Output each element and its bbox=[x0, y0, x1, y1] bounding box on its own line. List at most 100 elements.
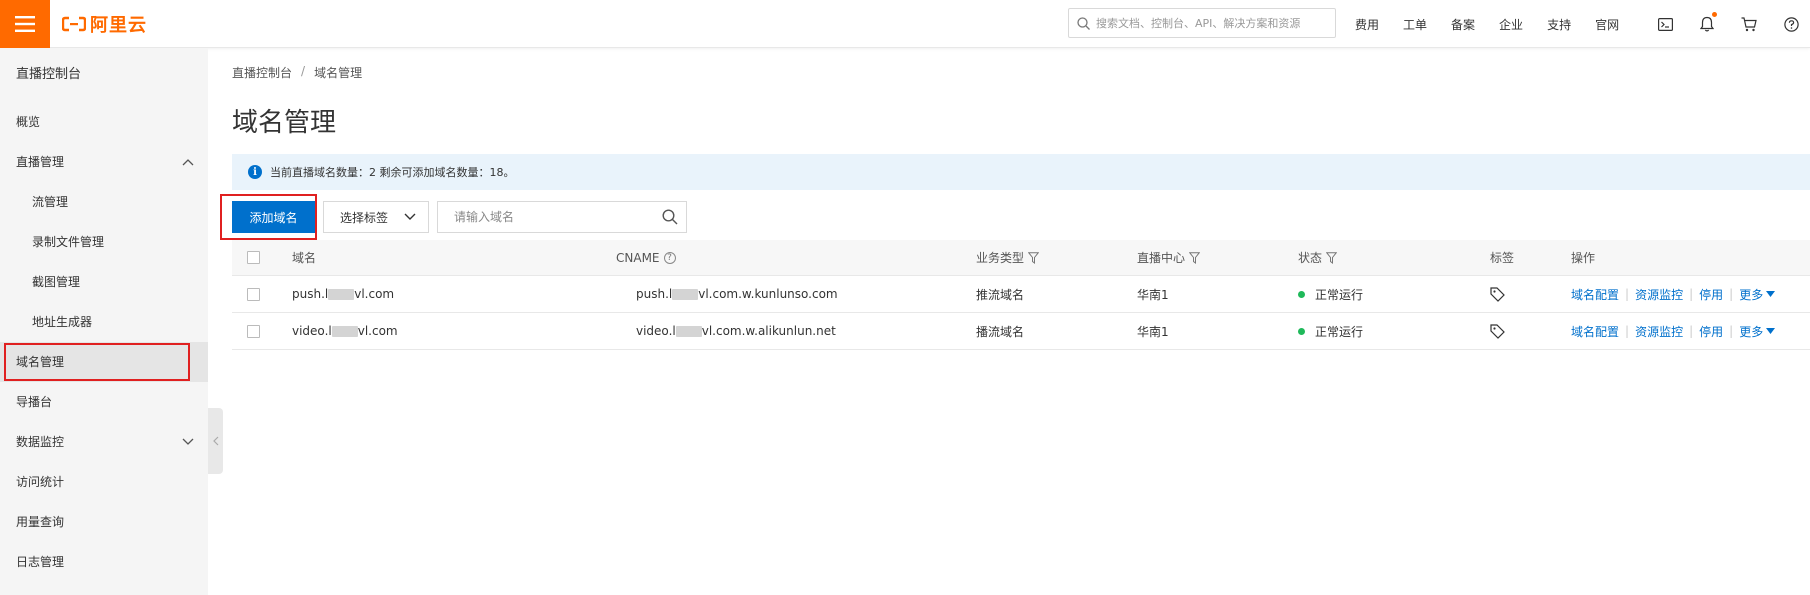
sidebar-title[interactable]: 直播控制台 bbox=[0, 48, 208, 102]
domain-config-link[interactable]: 域名配置 bbox=[1571, 286, 1619, 303]
nav-support[interactable]: 支持 bbox=[1547, 16, 1571, 33]
filter-icon[interactable] bbox=[1189, 251, 1201, 264]
row-status: 正常运行 bbox=[1298, 286, 1363, 303]
row-type: 推流域名 bbox=[976, 287, 1025, 302]
nav-enterprise[interactable]: 企业 bbox=[1499, 16, 1523, 33]
cart-icon[interactable] bbox=[1739, 14, 1759, 34]
page-title: 域名管理 bbox=[232, 108, 337, 138]
sidebar-collapse-handle[interactable] bbox=[208, 408, 223, 474]
more-link[interactable]: 更多 bbox=[1739, 286, 1763, 303]
sidebar-item-label: 录制文件管理 bbox=[32, 235, 105, 249]
nav-icp[interactable]: 备案 bbox=[1451, 16, 1475, 33]
resource-monitor-link[interactable]: 资源监控 bbox=[1635, 323, 1683, 340]
help-icon[interactable] bbox=[1781, 14, 1801, 34]
sidebar-item-snapshots[interactable]: 截图管理 bbox=[0, 262, 208, 302]
domain-prefix: video.l bbox=[292, 324, 332, 338]
sidebar-item-url-generator[interactable]: 地址生成器 bbox=[0, 302, 208, 342]
domain-search-input[interactable] bbox=[454, 210, 662, 224]
nav-official-site[interactable]: 官网 bbox=[1595, 16, 1619, 33]
sidebar-item-label: 导播台 bbox=[16, 395, 53, 409]
sidebar-item-stream-management[interactable]: 流管理 bbox=[0, 182, 208, 222]
top-nav-links: 费用 工单 备案 企业 支持 官网 bbox=[1355, 0, 1643, 48]
sidebar-item-domain-management[interactable]: 域名管理 bbox=[0, 342, 208, 382]
disable-link[interactable]: 停用 bbox=[1699, 286, 1723, 303]
global-search-input[interactable] bbox=[1096, 16, 1332, 30]
row-domain: video.l vl.com bbox=[292, 324, 398, 338]
tag-select-label: 选择标签 bbox=[340, 210, 389, 225]
global-search[interactable] bbox=[1068, 8, 1336, 38]
nav-tickets[interactable]: 工单 bbox=[1403, 16, 1427, 33]
domain-table: 域名 CNAME ? 业务类型 直播中心 状态 标签 操作 push.l vl.… bbox=[232, 240, 1810, 350]
domain-config-link[interactable]: 域名配置 bbox=[1571, 323, 1619, 340]
row-center: 华南1 bbox=[1137, 287, 1169, 302]
sidebar-item-log-management[interactable]: 日志管理 bbox=[0, 542, 208, 582]
status-label: 正常运行 bbox=[1315, 324, 1364, 339]
filter-icon[interactable] bbox=[1028, 251, 1040, 264]
tag-icon[interactable] bbox=[1490, 323, 1505, 339]
sidebar-item-label: 流管理 bbox=[32, 195, 69, 209]
status-dot bbox=[1298, 327, 1305, 335]
sidebar-item-label: 地址生成器 bbox=[32, 315, 93, 329]
sidebar-item-recording-files[interactable]: 录制文件管理 bbox=[0, 222, 208, 262]
op-divider: | bbox=[1729, 287, 1734, 301]
more-link[interactable]: 更多 bbox=[1739, 323, 1763, 340]
help-icon[interactable]: ? bbox=[663, 251, 676, 264]
chevron-down-icon bbox=[404, 213, 416, 220]
select-all-checkbox[interactable] bbox=[247, 251, 260, 264]
row-checkbox[interactable] bbox=[247, 324, 260, 338]
redacted-text bbox=[675, 325, 702, 337]
sidebar: 直播控制台 概览 直播管理 流管理 录制文件管理 截图管理 地址生成器 域名管理… bbox=[0, 48, 208, 595]
info-icon: i bbox=[248, 165, 262, 179]
row-status: 正常运行 bbox=[1298, 323, 1363, 340]
redacted-text bbox=[331, 325, 358, 337]
sidebar-item-label: 访问统计 bbox=[16, 475, 65, 489]
row-cname: video.l vl.com.w.alikunlun.net bbox=[636, 324, 836, 338]
row-type: 播流域名 bbox=[976, 324, 1025, 339]
breadcrumb-console[interactable]: 直播控制台 bbox=[232, 64, 292, 81]
header-tag: 标签 bbox=[1490, 251, 1515, 265]
terminal-icon[interactable] bbox=[1655, 14, 1675, 34]
disable-link[interactable]: 停用 bbox=[1699, 323, 1723, 340]
header-ops: 操作 bbox=[1571, 251, 1596, 265]
search-icon bbox=[1077, 16, 1090, 30]
add-domain-wrapper: 添加域名 bbox=[220, 194, 317, 240]
sidebar-item-data-monitoring[interactable]: 数据监控 bbox=[0, 422, 208, 462]
chevron-down-icon bbox=[182, 422, 194, 462]
nav-fees[interactable]: 费用 bbox=[1355, 16, 1379, 33]
domain-suffix: vl.com bbox=[357, 324, 398, 338]
sidebar-item-usage-query[interactable]: 用量查询 bbox=[0, 502, 208, 542]
row-checkbox[interactable] bbox=[247, 287, 260, 301]
logo-text: 阿里云 bbox=[90, 15, 147, 36]
tag-icon[interactable] bbox=[1490, 286, 1505, 302]
redacted-text bbox=[672, 288, 699, 300]
cname-suffix: vl.com.w.kunlunso.com bbox=[698, 287, 838, 301]
table-row: push.l vl.com push.l vl.com.w.kunlunso.com… bbox=[232, 276, 1810, 313]
header-center-label: 直播中心 bbox=[1137, 251, 1186, 265]
sidebar-item-overview[interactable]: 概览 bbox=[0, 102, 208, 142]
breadcrumb-current: 域名管理 bbox=[314, 66, 363, 80]
table-row: video.l vl.com video.l vl.com.w.alikunlun.… bbox=[232, 313, 1810, 350]
header-domain: 域名 bbox=[292, 251, 317, 265]
sidebar-item-live-management[interactable]: 直播管理 bbox=[0, 142, 208, 182]
op-divider: | bbox=[1625, 324, 1630, 338]
tag-select[interactable]: 选择标签 bbox=[323, 201, 429, 233]
bell-icon[interactable] bbox=[1697, 12, 1717, 34]
caret-down-icon[interactable] bbox=[1766, 291, 1776, 297]
header-status: 状态 bbox=[1298, 249, 1338, 266]
header-cname: CNAME ? bbox=[616, 251, 676, 265]
domain-search[interactable] bbox=[437, 201, 687, 233]
filter-icon[interactable] bbox=[1326, 251, 1338, 264]
cname-suffix: vl.com.w.alikunlun.net bbox=[701, 324, 836, 338]
domain-suffix: vl.com bbox=[354, 287, 395, 301]
sidebar-item-access-stats[interactable]: 访问统计 bbox=[0, 462, 208, 502]
aliyun-logo[interactable]: 阿里云 bbox=[62, 11, 147, 37]
search-icon[interactable] bbox=[662, 209, 678, 225]
menu-icon[interactable] bbox=[0, 0, 50, 48]
sidebar-item-director[interactable]: 导播台 bbox=[0, 382, 208, 422]
add-domain-button[interactable]: 添加域名 bbox=[232, 201, 315, 233]
resource-monitor-link[interactable]: 资源监控 bbox=[1635, 286, 1683, 303]
domain-prefix: push.l bbox=[292, 287, 329, 301]
sidebar-item-label: 数据监控 bbox=[16, 435, 65, 449]
caret-down-icon[interactable] bbox=[1766, 328, 1776, 334]
top-navigation-bar: 阿里云 费用 工单 备案 企业 支持 官网 bbox=[0, 0, 1810, 48]
